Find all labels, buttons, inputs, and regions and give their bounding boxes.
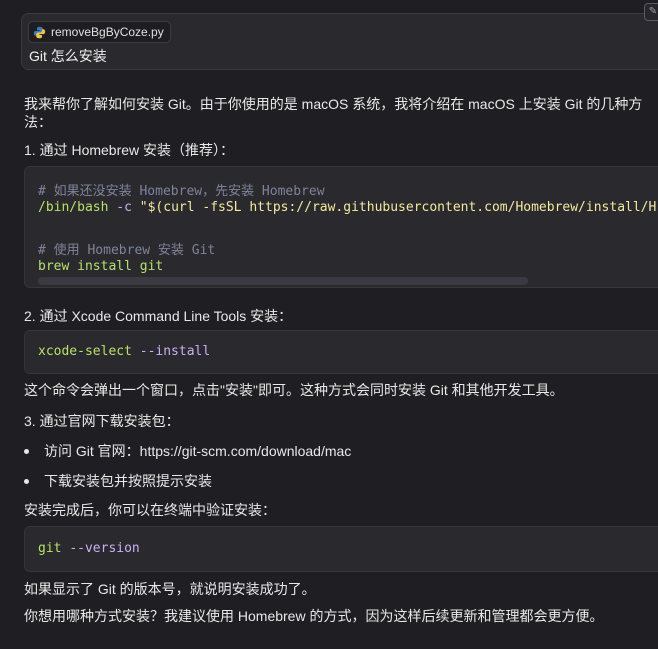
- horizontal-scrollbar[interactable]: [38, 277, 528, 285]
- code-block-xcode[interactable]: xcode-select --install: [24, 330, 658, 374]
- code-command: brew install git: [38, 259, 164, 274]
- closing-text: 你想用哪种方式安装？我建议使用 Homebrew 的方式，因为这样后续更新和管理…: [24, 608, 604, 624]
- method3-title: 3. 通过官网下载安装包：: [24, 413, 180, 429]
- code-flag: -c: [116, 200, 132, 215]
- bullet-dot: [24, 479, 29, 484]
- bullet-item: 下载安装包并按照提示安装: [44, 473, 212, 489]
- response-intro-line1: 我来帮你了解如何安装 Git。由于你使用的是 macOS 系统，我将介绍在 ma…: [24, 96, 643, 112]
- code-flag: --version: [69, 541, 140, 556]
- code-string: "$(curl -fsSL https://raw.githubusercont…: [139, 200, 657, 215]
- user-message-bubble: removeBgByCoze.py Git 怎么安装: [21, 13, 658, 70]
- verify-text: 安装完成后，你可以在终端中验证安装：: [24, 502, 276, 518]
- code-block-verify[interactable]: git --version: [24, 526, 658, 572]
- code-block-homebrew[interactable]: # 如果还没安装 Homebrew，先安装 Homebrew /bin/bash…: [24, 166, 658, 288]
- code-line: git --version: [38, 541, 140, 556]
- code-command: /bin/bash: [38, 200, 109, 215]
- code-command: xcode-select: [38, 344, 132, 359]
- python-file-icon: [33, 26, 46, 39]
- code-comment: # 使用 Homebrew 安装 Git: [38, 243, 216, 258]
- code-flag: --install: [139, 344, 211, 359]
- bullet-item: 访问 Git 官网：https://git-scm.com/download/m…: [44, 443, 352, 459]
- attached-file-chip[interactable]: removeBgByCoze.py: [28, 21, 171, 43]
- user-message-text: Git 怎么安装: [29, 48, 107, 64]
- response-intro-line2: 法：: [24, 114, 52, 130]
- method2-description: 这个命令会弹出一个窗口，点击"安装"即可。这种方式会同时安装 Git 和其他开发…: [24, 382, 564, 398]
- method2-title: 2. 通过 Xcode Command Line Tools 安装：: [24, 308, 293, 324]
- code-comment: # 如果还没安装 Homebrew，先安装 Homebrew: [38, 184, 325, 199]
- code-line: xcode-select --install: [38, 344, 210, 359]
- code-line: /bin/bash -c "$(curl -fsSL https://raw.g…: [38, 200, 656, 215]
- attached-file-name: removeBgByCoze.py: [51, 25, 164, 39]
- bullet-dot: [24, 449, 29, 454]
- method1-title: 1. 通过 Homebrew 安装（推荐）：: [24, 142, 235, 158]
- code-command: git: [38, 541, 62, 556]
- edit-icon[interactable]: ✎: [644, 3, 658, 21]
- success-text: 如果显示了 Git 的版本号，就说明安装成功了。: [24, 581, 316, 597]
